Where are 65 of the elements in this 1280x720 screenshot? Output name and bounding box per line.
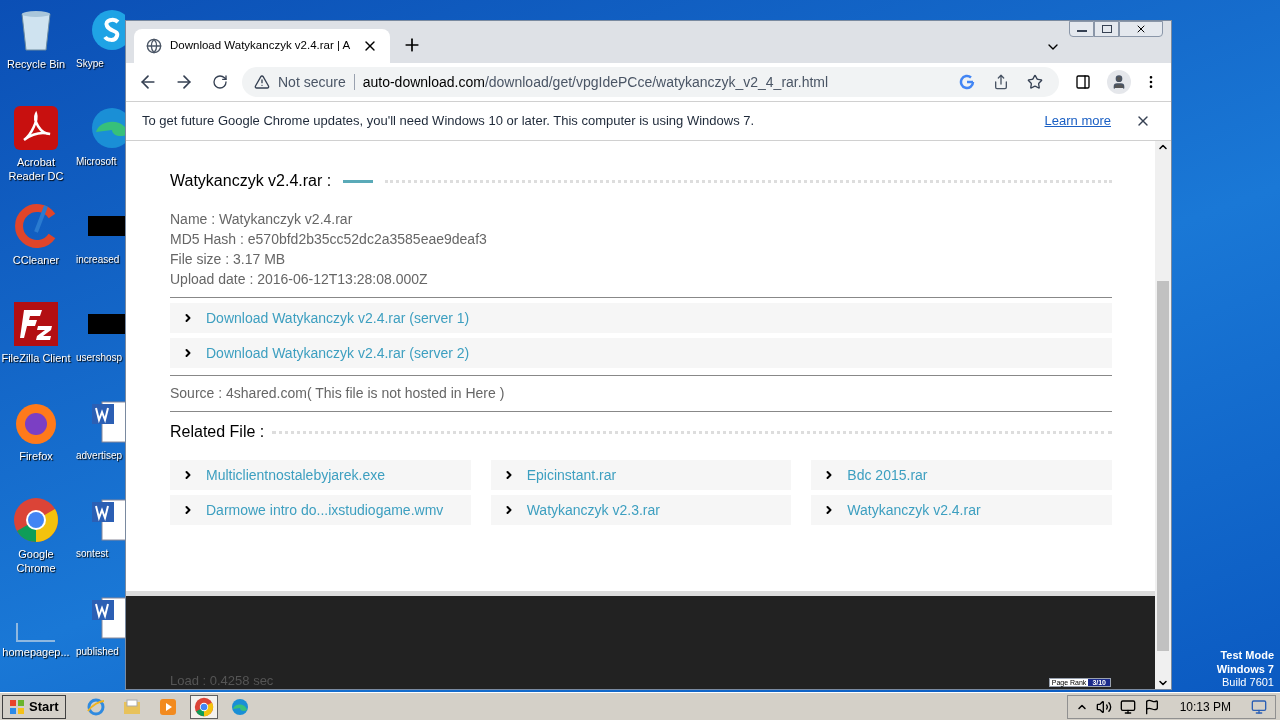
clock[interactable]: 10:13 PM xyxy=(1179,697,1231,716)
desktop-icon-label[interactable]: Google Chrome xyxy=(0,548,72,576)
chrome-icon xyxy=(193,696,214,717)
file-heading: Watykanczyk v2.4.rar : xyxy=(170,171,332,191)
desktop-icon-label[interactable]: Microsoft xyxy=(76,156,117,169)
desktop-watermark-text: Windows 7 xyxy=(1216,662,1274,677)
related-file-link[interactable]: Watykanczyk v2.3.rar xyxy=(490,495,792,525)
reload-icon[interactable] xyxy=(212,74,228,90)
related-file-link[interactable]: Watykanczyk v2.4.rar xyxy=(811,495,1112,525)
download-link[interactable]: Download Watykanczyk v2.4.rar (server 2) xyxy=(170,338,1112,368)
close-icon xyxy=(1135,23,1147,35)
desktop-icon-label[interactable]: CCleaner xyxy=(0,254,72,268)
bookmark-star-icon[interactable] xyxy=(1027,74,1043,90)
acrobat-icon xyxy=(12,104,60,152)
filezilla-icon xyxy=(12,300,60,348)
related-file-link[interactable]: Multiclientnostalebyjarek.exe xyxy=(170,460,471,490)
related-file-link[interactable]: Bdc 2015.rar xyxy=(811,460,1112,490)
edge-icon xyxy=(229,696,250,717)
file-detail: Name : Watykanczyk v2.4.rar xyxy=(170,210,354,229)
desktop-icon-label[interactable]: published xyxy=(76,646,119,659)
google-icon[interactable] xyxy=(959,74,975,90)
desktop-icon-label[interactable]: advertisep xyxy=(76,450,123,463)
desktop-icon-label[interactable]: homepagep... xyxy=(0,646,72,660)
desktop-icon-label[interactable]: sontest xyxy=(76,548,109,561)
desktop-icon-label[interactable]: Acrobat Reader DC xyxy=(0,156,72,184)
volume-icon[interactable] xyxy=(1095,698,1112,715)
media-player-icon xyxy=(157,696,178,717)
blank-file-icon xyxy=(16,622,56,642)
globe-icon xyxy=(146,38,162,54)
desktop-icon-label[interactable]: Recycle Bin xyxy=(0,58,72,72)
download-link[interactable]: Download Watykanczyk v2.4.rar (server 1) xyxy=(170,303,1112,333)
related-heading: Related File : xyxy=(170,422,265,442)
desktop-icon-label[interactable]: Firefox xyxy=(0,450,72,464)
learn-more-link[interactable]: Learn more xyxy=(1044,111,1111,131)
windows-logo-icon xyxy=(9,698,25,715)
desktop-icon-label[interactable]: increased xyxy=(76,254,120,267)
chrome-icon xyxy=(12,496,60,544)
source-text: Source : 4shared.com( This file is not hosted in Here ) xyxy=(170,384,505,403)
minimize-button[interactable] xyxy=(1069,21,1094,37)
address-bar[interactable]: Not secure auto-download.com/download/get/vpgIdePCce/watykanczyk_v2_4_rar.html xyxy=(242,67,1059,97)
show-desktop-icon[interactable] xyxy=(1251,698,1267,715)
warning-icon xyxy=(254,74,270,90)
side-panel-icon[interactable] xyxy=(1075,74,1091,90)
desktop-icon-label[interactable]: Skype xyxy=(76,58,104,71)
folder-icon xyxy=(121,696,142,717)
related-file-link[interactable]: Epicinstant.rar xyxy=(490,460,792,490)
desktop-watermark-text: Build 7601 xyxy=(1222,676,1274,690)
flag-icon[interactable] xyxy=(1143,698,1160,715)
start-button[interactable]: Start xyxy=(2,694,66,719)
file-detail: File size : 3.17 MB xyxy=(170,250,287,269)
scrollbar[interactable] xyxy=(1155,141,1171,689)
internet-explorer-icon xyxy=(85,696,106,717)
browser-tab[interactable]: Download Watykanczyk v2.4.rar | A xyxy=(134,29,391,63)
desktop-icon-label[interactable]: FileZilla Client xyxy=(0,352,72,366)
network-icon[interactable] xyxy=(1119,698,1136,715)
infobar-message: To get future Google Chrome updates, you'll need Windows 10 or later. This computer is using Windows 7. xyxy=(142,112,756,131)
file-detail: MD5 Hash : e570bfd2b35cc52dc2a3585eae9deaf3 xyxy=(170,230,488,249)
file-detail: Upload date : 2016-06-12T13:28:08.000Z xyxy=(170,270,429,289)
taskbar-app[interactable] xyxy=(189,694,218,719)
desktop-icon-label[interactable]: usershosp xyxy=(76,352,123,365)
desktop-watermark-text: Test Mode xyxy=(1220,648,1274,663)
related-file-link[interactable]: Darmowe intro do...ixstudiogame.wmv xyxy=(170,495,471,525)
profile-icon[interactable] xyxy=(1107,70,1131,94)
share-icon[interactable] xyxy=(993,74,1009,90)
restore-button[interactable] xyxy=(1094,21,1119,37)
